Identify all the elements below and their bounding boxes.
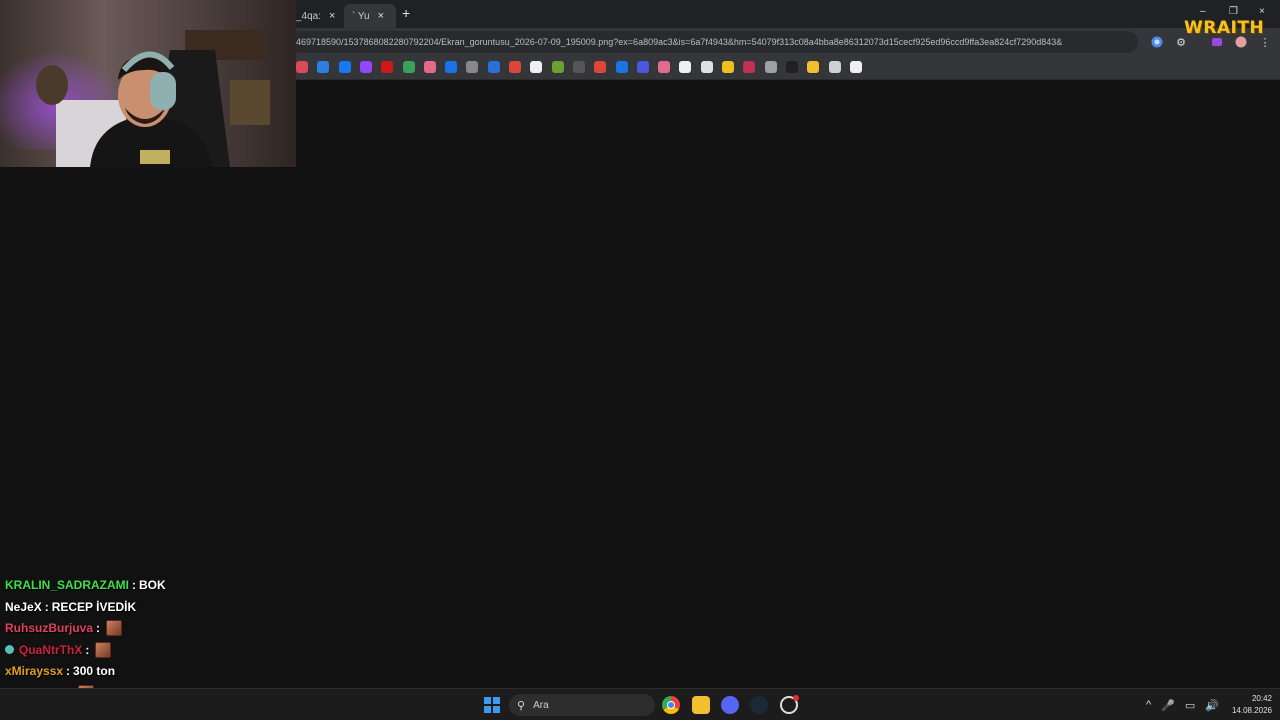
chat-separator: : [44,599,49,614]
bookmark-icon[interactable] [743,61,755,73]
chat-username: QuaNtrThX [19,642,83,657]
microphone-icon[interactable]: 🎤 [1161,699,1175,712]
tab-title: _4qa: [296,10,322,22]
chat-username: NeJeX [5,599,42,614]
taskbar-clock[interactable]: 20:42 14.08.2026 [1232,693,1272,717]
bookmark-icon[interactable] [339,61,351,73]
bookmark-icon[interactable] [360,61,372,73]
screen: _4qa: × ` Yu × + – ❐ × 469718590/1537868… [0,0,1280,720]
chat-separator: : [132,578,136,592]
chevron-up-icon[interactable]: ^ [1146,699,1151,711]
streamer-webcam-image [0,0,296,167]
bookmark-icon[interactable] [722,61,734,73]
webcam-overlay [0,0,296,167]
taskbar-search-input[interactable]: ⚲ Ara [509,694,655,716]
chat-text: RECEP İVEDİK [51,599,137,614]
close-window-button[interactable]: × [1259,6,1265,17]
chat-text: BOK [139,578,166,592]
user-badge-icon [5,645,14,654]
clock-time: 20:42 [1251,694,1272,703]
bookmark-icon[interactable] [807,61,819,73]
browser-tab-active[interactable]: ` Yu × [344,4,396,28]
bookmark-icon[interactable] [616,61,628,73]
bookmark-icon[interactable] [424,61,436,73]
bookmark-icon[interactable] [296,61,308,73]
address-bar-url: 469718590/1537868082280792204/Ekran_goru… [296,37,1063,47]
windows-start-icon[interactable] [484,697,500,713]
brand-logo: WRAITH [1184,18,1265,38]
chat-separator: : [96,621,101,635]
chat-username: xMirayssx [5,664,64,678]
bookmark-icon[interactable] [317,61,329,73]
maximize-button[interactable]: ❐ [1229,6,1238,17]
bookmark-icon[interactable] [530,61,542,73]
tab-close-icon[interactable]: × [329,10,335,22]
bookmark-icon[interactable] [679,61,691,73]
volume-icon[interactable]: 🔊 [1205,699,1219,712]
bookmark-icon[interactable] [850,61,862,73]
tab-close-icon[interactable]: × [378,10,384,22]
bookmark-icon[interactable] [765,61,777,73]
chat-message: xMirayssx:300 ton [5,662,115,680]
taskbar: ⚲ Ara ^ 🎤 ▭ 🔊 20:42 14.08.2026 [0,688,1280,720]
chat-message: QuaNtrThX: [5,641,112,659]
app-icon[interactable] [780,695,799,714]
chat-message: NeJeX: RECEP İVEDİK [5,598,136,616]
search-icon: ⚲ [517,699,526,712]
bookmark-icon[interactable] [637,61,649,73]
chat-emote-icon [95,641,112,658]
system-tray: ^ 🎤 ▭ 🔊 [1146,697,1229,713]
bookmark-icon[interactable] [786,61,798,73]
translate-icon[interactable] [1150,35,1164,49]
steam-icon[interactable] [750,696,768,714]
bookmark-icon[interactable] [573,61,585,73]
address-bar[interactable]: 469718590/1537868082280792204/Ekran_goru… [290,31,1138,53]
bookmark-icon[interactable] [381,61,393,73]
bookmark-icon[interactable] [552,61,564,73]
new-tab-button[interactable]: + [402,5,410,21]
file-explorer-icon[interactable] [692,696,710,714]
bookmark-icon[interactable] [466,61,478,73]
chat-separator: : [85,642,90,657]
chat-text: 300 ton [73,664,116,678]
bookmark-icon[interactable] [594,61,606,73]
minimize-button[interactable]: – [1200,6,1206,17]
discord-icon[interactable] [721,696,739,714]
bookmark-icon[interactable] [445,61,457,73]
bookmark-icon[interactable] [701,61,713,73]
chat-message: RuhsuzBurjuva: [5,619,123,637]
bookmark-icon[interactable] [658,61,670,73]
chat-username: RuhsuzBurjuva [5,621,94,635]
browser-tab[interactable]: _4qa: × [296,4,340,28]
bookmark-icon[interactable] [403,61,415,73]
bookmark-icon[interactable] [488,61,500,73]
chat-emote-icon [106,620,123,636]
search-placeholder: Ara [533,699,549,711]
chat-separator: : [66,664,71,678]
chrome-icon[interactable] [662,696,680,714]
page-content [0,80,1280,688]
chat-username: KRALIN_SADRAZAMI [5,578,129,592]
bookmark-icon[interactable] [829,61,841,73]
network-icon[interactable]: ▭ [1185,699,1195,712]
bookmark-icon[interactable] [509,61,521,73]
clock-date: 14.08.2026 [1231,706,1272,715]
tab-title: ` Yu [352,10,370,22]
chat-message: KRALIN_SADRAZAMI: BOK [5,576,166,594]
